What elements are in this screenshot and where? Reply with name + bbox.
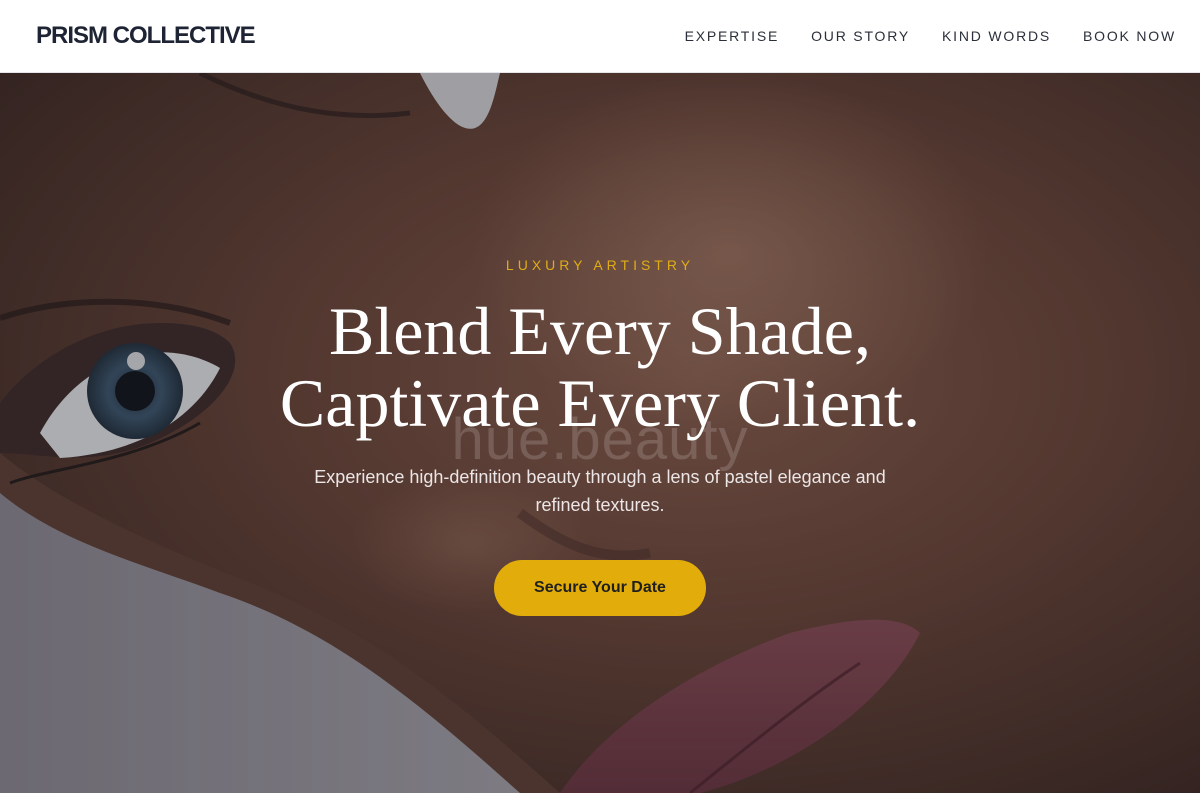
- hero-headline-line-2: Captivate Every Client.: [279, 365, 921, 441]
- primary-nav: EXPERTISE OUR STORY KIND WORDS BOOK NOW: [685, 28, 1176, 44]
- nav-link-expertise[interactable]: EXPERTISE: [685, 28, 780, 44]
- nav-link-kind-words[interactable]: KIND WORDS: [942, 28, 1051, 44]
- nav-link-book-now[interactable]: BOOK NOW: [1083, 28, 1176, 44]
- hero-headline: Blend Every Shade, Captivate Every Clien…: [0, 295, 1200, 439]
- top-navigation-bar: PRISM COLLECTIVE EXPERTISE OUR STORY KIN…: [0, 0, 1200, 73]
- brand-logo[interactable]: PRISM COLLECTIVE: [36, 22, 256, 50]
- hero-section: hue.beauty LUXURY ARTISTRY Blend Every S…: [0, 73, 1200, 793]
- secure-your-date-button[interactable]: Secure Your Date: [494, 560, 706, 616]
- hero-headline-line-1: Blend Every Shade,: [329, 293, 871, 369]
- hero-subtext: Experience high-definition beauty throug…: [314, 467, 886, 515]
- hero-content: LUXURY ARTISTRY Blend Every Shade, Capti…: [0, 257, 1200, 616]
- nav-link-our-story[interactable]: OUR STORY: [811, 28, 910, 44]
- hero-eyebrow: LUXURY ARTISTRY: [505, 257, 695, 273]
